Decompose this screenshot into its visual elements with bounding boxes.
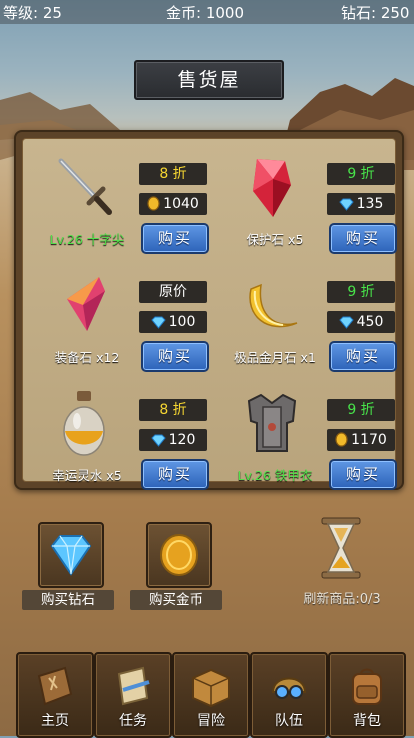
buy-button-moon-stone[interactable]: 购买 <box>329 341 397 372</box>
nav-adventure[interactable]: 冒险 <box>172 652 250 738</box>
gold-coin-icon <box>147 196 160 211</box>
buy-gold-button[interactable] <box>146 522 212 588</box>
level-label: 等级: 25 <box>3 4 62 22</box>
gold-label: 金币: 1000 <box>166 4 244 22</box>
price-tag: 120 <box>139 429 207 451</box>
nav-home-label: 主页 <box>41 713 69 729</box>
price-tag: 1170 <box>327 429 395 451</box>
buy-button-equip-stone[interactable]: 购买 <box>141 341 209 372</box>
shop-item-moon-stone: 9 折 450 极品金月石 x1 购买 <box>219 265 397 383</box>
price-tag: 450 <box>327 311 395 333</box>
shop-item-iron-armor: 9 折 1170 Lv.26 铁甲衣 购买 <box>219 383 397 501</box>
buy-diamond-button[interactable] <box>38 522 104 588</box>
buy-button-iron-armor[interactable]: 购买 <box>329 459 397 490</box>
diamond-icon <box>50 535 92 576</box>
nav-team-label: 队伍 <box>275 713 303 729</box>
price-value: 135 <box>356 196 384 212</box>
shop-board-inner: 8 折 1040 Lv.26 十字尖 购买 9 折 135 保护石 x5 购买 <box>22 138 397 490</box>
buy-diamond-label[interactable]: 购买钻石 <box>22 590 114 610</box>
price-value: 120 <box>168 432 196 448</box>
backpack-icon <box>352 668 382 705</box>
nav-home[interactable]: 主页 <box>16 652 94 738</box>
discount-tag: 原价 <box>139 281 207 303</box>
nav-quest[interactable]: 任务 <box>94 652 172 738</box>
item-name: Lv.26 铁甲衣 <box>237 468 313 483</box>
price-value: 1040 <box>163 196 199 212</box>
buy-button-dagger[interactable]: 购买 <box>141 223 209 254</box>
discount-tag: 9 折 <box>327 399 395 421</box>
golden-moon-stone-icon <box>249 283 298 328</box>
item-name: 保护石 x5 <box>246 232 304 247</box>
buy-button-protect-stone[interactable]: 购买 <box>329 223 397 254</box>
status-bar: 等级: 25 金币: 1000 钻石: 250 <box>0 0 414 24</box>
shop-item-dagger: 8 折 1040 Lv.26 十字尖 购买 <box>31 147 209 265</box>
buy-button-luck-potion[interactable]: 购买 <box>141 459 209 490</box>
shop-board: 8 折 1040 Lv.26 十字尖 购买 9 折 135 保护石 x5 购买 <box>14 130 404 490</box>
shop-title: 售货屋 <box>134 60 284 100</box>
price-tag: 135 <box>327 193 395 215</box>
gold-coin-icon <box>160 534 198 576</box>
discount-tag: 9 折 <box>327 281 395 303</box>
nav-adventure-label: 冒险 <box>197 713 225 729</box>
pink-crystal-icon <box>67 277 105 331</box>
diamond-icon <box>150 434 166 447</box>
helmet-icon <box>271 677 307 699</box>
diamond-icon <box>338 198 354 211</box>
diamond-icon <box>150 316 166 329</box>
luck-potion-icon <box>63 391 105 456</box>
price-value: 450 <box>356 314 384 330</box>
dagger-icon <box>58 158 112 215</box>
gold-coin-icon <box>335 432 348 447</box>
price-value: 100 <box>168 314 196 330</box>
item-name: 装备石 x12 <box>54 350 120 365</box>
item-name: Lv.26 十字尖 <box>49 232 125 247</box>
shop-item-luck-potion: 8 折 120 幸运灵水 x5 购买 <box>31 383 209 501</box>
iron-armor-icon <box>247 393 297 452</box>
shop-item-equip-stone: 原价 100 装备石 x12 购买 <box>31 265 209 383</box>
shop-item-protect-stone: 9 折 135 保护石 x5 购买 <box>219 147 397 265</box>
price-tag: 100 <box>139 311 207 333</box>
hourglass-icon[interactable] <box>318 516 364 580</box>
bottom-navigation: 主页 任务 冒险 队伍 背包 <box>14 652 406 738</box>
scroll-icon <box>117 666 150 706</box>
discount-tag: 8 折 <box>139 163 207 185</box>
nav-backpack[interactable]: 背包 <box>328 652 406 738</box>
nav-team[interactable]: 队伍 <box>250 652 328 738</box>
item-name: 极品金月石 x1 <box>234 350 316 365</box>
home-book-icon <box>37 666 73 706</box>
item-name: 幸运灵水 x5 <box>52 468 122 483</box>
diamond-icon <box>338 316 354 329</box>
discount-tag: 8 折 <box>139 399 207 421</box>
refresh-counter: 刷新商品:0/3 <box>303 592 381 607</box>
buy-gold-label[interactable]: 购买金币 <box>130 590 222 610</box>
map-box-icon <box>192 668 230 708</box>
discount-tag: 9 折 <box>327 163 395 185</box>
price-value: 1170 <box>351 432 387 448</box>
price-tag: 1040 <box>139 193 207 215</box>
nav-backpack-label: 背包 <box>353 713 381 729</box>
diamond-label: 钻石: 250 <box>341 4 410 22</box>
red-gem-icon <box>253 159 291 217</box>
nav-quest-label: 任务 <box>119 713 147 729</box>
